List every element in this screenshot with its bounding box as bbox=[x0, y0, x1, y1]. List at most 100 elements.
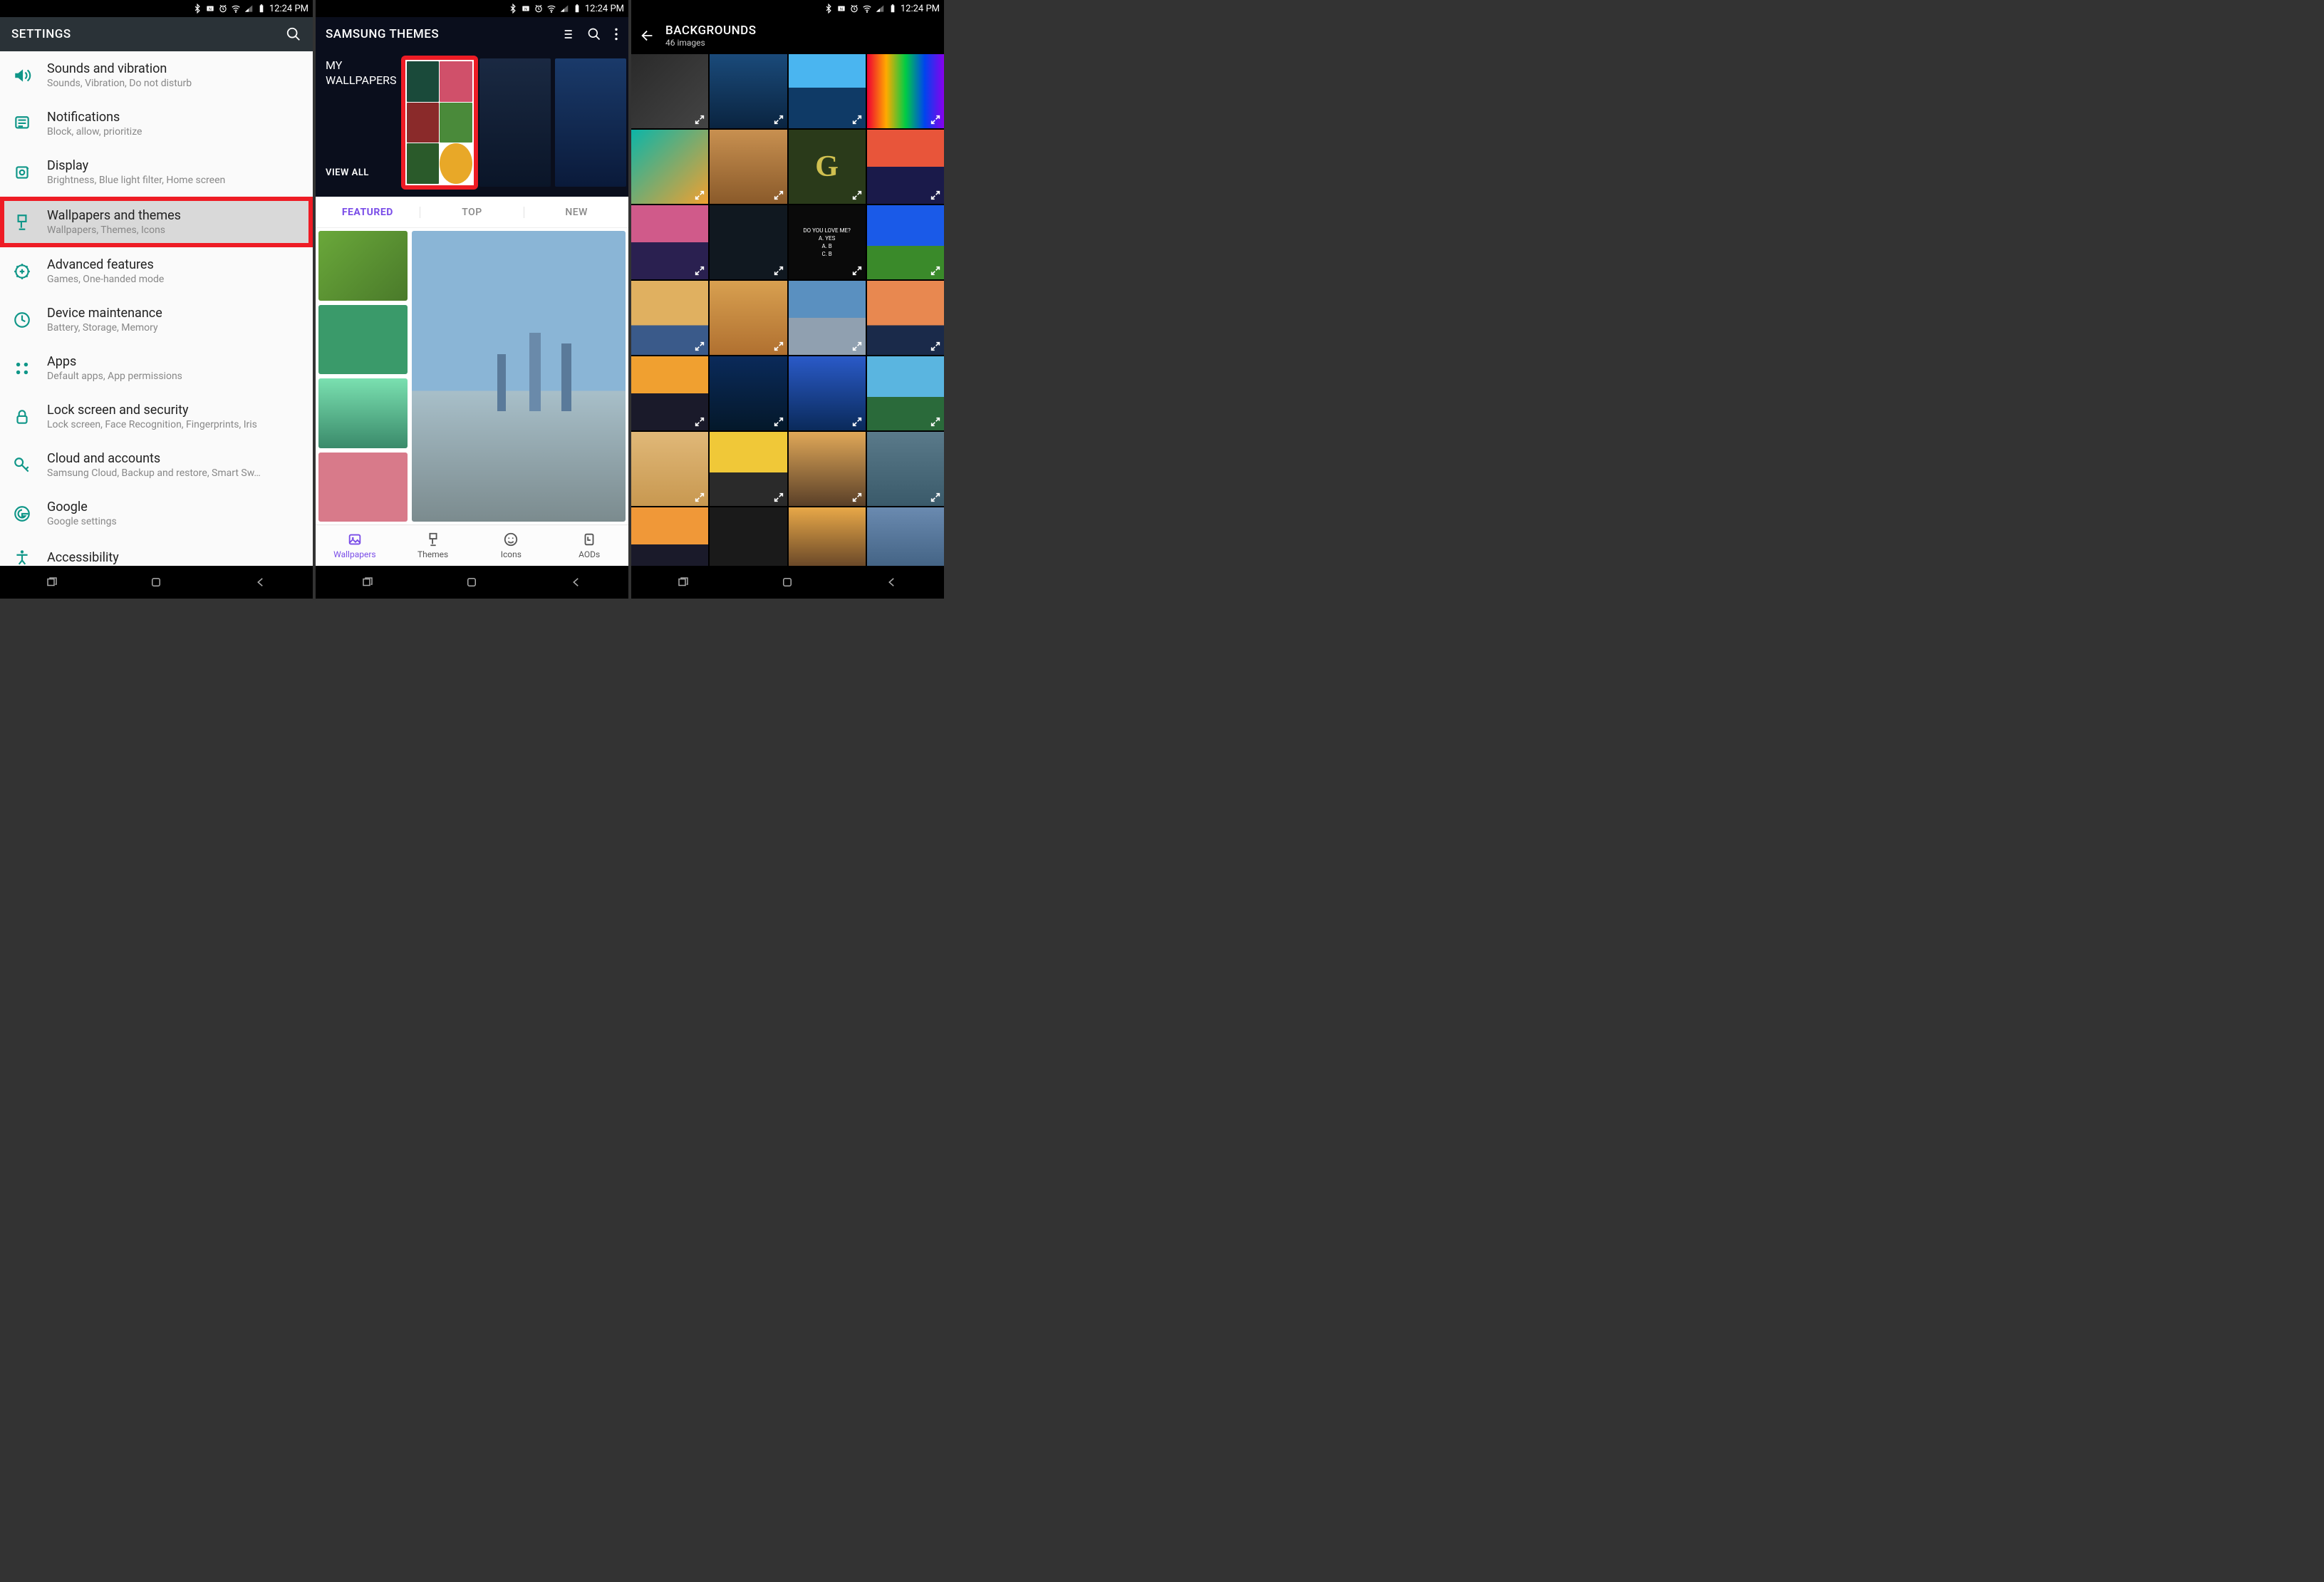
android-nav-bar bbox=[316, 566, 628, 599]
background-thumb[interactable] bbox=[631, 281, 708, 355]
settings-item-title: Advanced features bbox=[47, 257, 164, 272]
wallpaper-thumb[interactable] bbox=[555, 58, 626, 187]
back-arrow-icon[interactable] bbox=[640, 28, 655, 43]
view-all-button[interactable]: VIEW ALL bbox=[326, 167, 397, 180]
alarm-icon bbox=[849, 4, 859, 14]
settings-item-lock[interactable]: Lock screen and security Lock screen, Fa… bbox=[0, 393, 313, 441]
themes-top-panel: SAMSUNG THEMES MY WALLPAPERS VIEW ALL bbox=[316, 17, 628, 197]
settings-item-sub: Lock screen, Face Recognition, Fingerpri… bbox=[47, 419, 257, 430]
background-thumb[interactable] bbox=[789, 507, 866, 566]
featured-card[interactable] bbox=[318, 453, 408, 522]
settings-item-key[interactable]: Cloud and accounts Samsung Cloud, Backup… bbox=[0, 441, 313, 490]
bluetooth-icon bbox=[192, 4, 202, 14]
background-thumb[interactable] bbox=[867, 54, 944, 128]
background-thumb[interactable]: G bbox=[789, 130, 866, 204]
settings-item-sun[interactable]: Display Brightness, Blue light filter, H… bbox=[0, 148, 313, 197]
background-thumb[interactable] bbox=[867, 130, 944, 204]
wallpaper-thumb[interactable] bbox=[479, 58, 551, 187]
background-thumb[interactable] bbox=[789, 281, 866, 355]
bottomnav-icons[interactable]: Icons bbox=[472, 525, 551, 566]
back-button[interactable] bbox=[883, 576, 901, 589]
background-thumb[interactable] bbox=[867, 205, 944, 279]
recents-button[interactable] bbox=[358, 576, 377, 589]
recents-button[interactable] bbox=[43, 576, 61, 589]
settings-item-sub: Samsung Cloud, Backup and restore, Smart… bbox=[47, 467, 261, 479]
settings-item-brush[interactable]: Wallpapers and themes Wallpapers, Themes… bbox=[0, 197, 313, 247]
home-button[interactable] bbox=[147, 576, 165, 589]
expand-icon bbox=[694, 416, 705, 428]
background-thumb[interactable] bbox=[867, 432, 944, 506]
background-thumb[interactable] bbox=[710, 281, 787, 355]
background-thumb[interactable] bbox=[631, 432, 708, 506]
background-thumb[interactable]: DO YOU LOVE ME?A. YESA. BC. B bbox=[789, 205, 866, 279]
bottomnav-themes[interactable]: Themes bbox=[394, 525, 472, 566]
bottomnav-aods[interactable]: AODs bbox=[550, 525, 628, 566]
background-thumb[interactable] bbox=[631, 130, 708, 204]
settings-screen: N 12:24 PM SETTINGS Sounds and vibration… bbox=[0, 0, 313, 599]
background-thumb[interactable] bbox=[710, 205, 787, 279]
wifi-icon bbox=[862, 4, 872, 14]
settings-item-bell[interactable]: Notifications Block, allow, prioritize bbox=[0, 100, 313, 148]
settings-item-title: Accessibility bbox=[47, 550, 119, 565]
settings-item-accessibility[interactable]: Accessibility bbox=[0, 538, 313, 566]
settings-item-sub: Sounds, Vibration, Do not disturb bbox=[47, 78, 192, 89]
background-thumb[interactable] bbox=[789, 54, 866, 128]
bottomnav-label: AODs bbox=[579, 549, 600, 559]
settings-item-sub: Default apps, App permissions bbox=[47, 371, 182, 382]
background-thumb[interactable] bbox=[710, 432, 787, 506]
list-icon[interactable] bbox=[560, 27, 574, 41]
wallpaper-gallery-thumb[interactable] bbox=[404, 58, 475, 187]
expand-icon bbox=[773, 416, 784, 428]
background-thumb[interactable] bbox=[631, 54, 708, 128]
expand-icon bbox=[851, 492, 863, 503]
expand-icon bbox=[930, 190, 941, 201]
settings-item-gear-plus[interactable]: Advanced features Games, One-handed mode bbox=[0, 247, 313, 296]
background-thumb[interactable] bbox=[710, 130, 787, 204]
background-thumb[interactable] bbox=[867, 507, 944, 566]
themes-title: SAMSUNG THEMES bbox=[326, 27, 439, 41]
home-button[interactable] bbox=[778, 576, 797, 589]
themes-icon bbox=[425, 532, 441, 547]
background-thumb[interactable] bbox=[867, 281, 944, 355]
featured-card[interactable] bbox=[318, 305, 408, 375]
background-thumb[interactable] bbox=[710, 356, 787, 430]
wifi-icon bbox=[546, 4, 556, 14]
tab-top[interactable]: TOP bbox=[420, 207, 525, 218]
background-thumb[interactable] bbox=[867, 356, 944, 430]
gear-plus-icon bbox=[13, 262, 31, 281]
home-button[interactable] bbox=[462, 576, 481, 589]
expand-icon bbox=[773, 265, 784, 276]
search-icon[interactable] bbox=[286, 26, 301, 42]
back-button[interactable] bbox=[251, 576, 270, 589]
bottomnav-label: Themes bbox=[417, 549, 448, 559]
tab-featured[interactable]: FEATURED bbox=[316, 207, 420, 218]
more-icon[interactable] bbox=[614, 27, 618, 41]
bottomnav-wallpapers[interactable]: Wallpapers bbox=[316, 525, 394, 566]
expand-icon bbox=[930, 341, 941, 352]
settings-item-google[interactable]: Google Google settings bbox=[0, 490, 313, 538]
featured-card[interactable] bbox=[318, 378, 408, 448]
featured-hero[interactable] bbox=[412, 231, 626, 522]
background-thumb[interactable] bbox=[631, 205, 708, 279]
settings-item-apps[interactable]: Apps Default apps, App permissions bbox=[0, 344, 313, 393]
background-thumb[interactable] bbox=[631, 356, 708, 430]
background-thumb[interactable] bbox=[789, 356, 866, 430]
background-thumb[interactable] bbox=[631, 507, 708, 566]
search-icon[interactable] bbox=[587, 27, 601, 41]
back-button[interactable] bbox=[567, 576, 586, 589]
svg-text:N: N bbox=[524, 7, 527, 11]
settings-item-circle[interactable]: Device maintenance Battery, Storage, Mem… bbox=[0, 296, 313, 344]
settings-item-speaker[interactable]: Sounds and vibration Sounds, Vibration, … bbox=[0, 51, 313, 100]
featured-card[interactable] bbox=[318, 231, 408, 301]
tab-new[interactable]: NEW bbox=[524, 207, 628, 218]
background-thumb[interactable] bbox=[710, 507, 787, 566]
google-icon bbox=[13, 505, 31, 523]
background-thumb[interactable] bbox=[710, 54, 787, 128]
wallpapers-icon bbox=[347, 532, 363, 547]
expand-icon bbox=[930, 265, 941, 276]
backgrounds-grid: GDO YOU LOVE ME?A. YESA. BC. B bbox=[631, 54, 944, 566]
recents-button[interactable] bbox=[674, 576, 692, 589]
themes-screen: N 12:24 PM SAMSUNG THEMES MY WALLPAPERS bbox=[316, 0, 628, 599]
settings-item-sub: Google settings bbox=[47, 516, 117, 527]
background-thumb[interactable] bbox=[789, 432, 866, 506]
